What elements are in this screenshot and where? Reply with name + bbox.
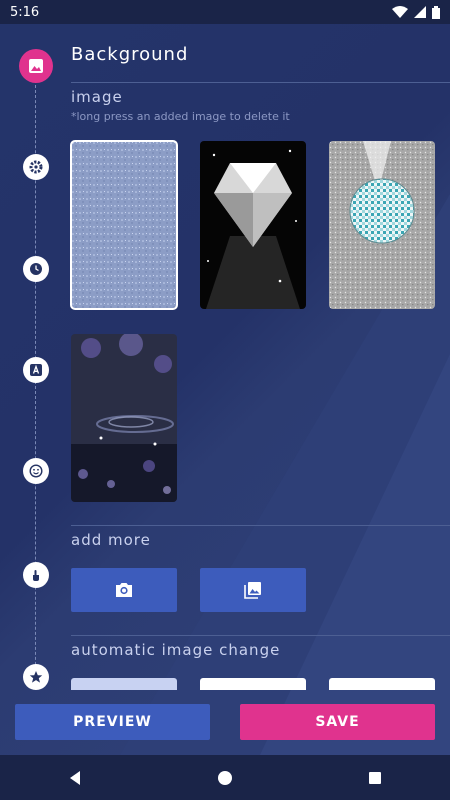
- back-icon[interactable]: [68, 770, 82, 786]
- smiley-icon[interactable]: [23, 458, 49, 484]
- auto-change-label: automatic image change: [71, 641, 281, 659]
- page-title: Background: [71, 44, 189, 65]
- battery-icon: [432, 5, 440, 19]
- preview-button[interactable]: PREVIEW: [15, 704, 210, 740]
- divider: [71, 635, 450, 636]
- purple-bokeh-image: [71, 334, 177, 502]
- system-nav-bar: [0, 755, 450, 800]
- camera-button[interactable]: [71, 568, 177, 612]
- status-time: 5:16: [10, 4, 40, 20]
- camera-icon: [116, 583, 132, 597]
- diamond-image: [200, 141, 306, 309]
- preview-button-label: PREVIEW: [73, 714, 152, 730]
- auto-change-option[interactable]: [200, 678, 306, 690]
- status-bar: 5:16: [0, 0, 450, 24]
- thumbnail-glitter-blue[interactable]: [70, 140, 178, 310]
- add-more-label: add more: [71, 531, 151, 549]
- divider: [71, 82, 450, 83]
- divider: [71, 525, 450, 526]
- text-icon[interactable]: [23, 357, 49, 383]
- gear-icon[interactable]: [23, 154, 49, 180]
- glitter-blue-image: [71, 141, 177, 309]
- delete-hint: *long press an added image to delete it: [71, 110, 290, 123]
- thumbnail-purple-bokeh[interactable]: [71, 334, 177, 502]
- image-icon[interactable]: [19, 49, 53, 83]
- thumbnail-diamond[interactable]: [200, 141, 306, 309]
- wifi-icon: [392, 6, 408, 18]
- status-icons: [392, 5, 440, 19]
- star-icon[interactable]: [23, 664, 49, 690]
- gallery-icon: [244, 582, 261, 599]
- touch-icon[interactable]: [23, 562, 49, 588]
- auto-change-option[interactable]: [329, 678, 435, 690]
- recents-icon[interactable]: [368, 771, 382, 785]
- disco-ball-image: [329, 141, 435, 309]
- save-button-label: SAVE: [315, 714, 360, 730]
- signal-icon: [414, 6, 426, 18]
- auto-change-option[interactable]: [71, 678, 177, 690]
- save-button[interactable]: SAVE: [240, 704, 435, 740]
- clock-icon[interactable]: [23, 256, 49, 282]
- image-section-label: image: [71, 88, 123, 106]
- home-icon[interactable]: [217, 770, 233, 786]
- gallery-button[interactable]: [200, 568, 306, 612]
- thumbnail-disco-ball[interactable]: [329, 141, 435, 309]
